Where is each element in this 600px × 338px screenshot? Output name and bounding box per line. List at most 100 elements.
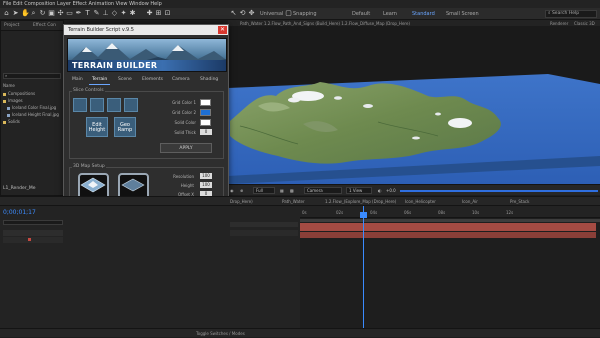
tab-shading[interactable]: Shading <box>197 75 221 85</box>
list-item[interactable]: Iceland Height Final.jpg <box>7 112 59 118</box>
time-ruler[interactable]: 0s 02s 04s 06s 08s 10s 12s <box>300 206 600 218</box>
banner-title: TERRAIN BUILDER <box>68 60 226 71</box>
tab-camera[interactable]: Camera <box>169 75 193 85</box>
list-item[interactable]: Images <box>3 98 23 104</box>
region-icon[interactable]: ▦ <box>280 187 284 194</box>
home-icon[interactable]: ⌂ <box>3 10 10 17</box>
project-search-input[interactable]: ⌕ <box>3 73 61 79</box>
pen-tool-icon[interactable]: ✒ <box>75 10 82 17</box>
render-progress-bar <box>400 190 598 192</box>
layer-row[interactable] <box>3 237 63 243</box>
selection-tool-icon[interactable]: ➤ <box>12 10 19 17</box>
camera-tool-icon[interactable]: ▣ <box>48 10 55 17</box>
work-area-bar[interactable] <box>300 219 600 222</box>
height-input[interactable]: 100 <box>200 182 212 188</box>
rotate-tool-icon[interactable]: ↻ <box>39 10 46 17</box>
close-icon[interactable]: ✕ <box>218 26 227 34</box>
resolution-label: Resolution <box>173 174 194 179</box>
search-help-input[interactable]: ⌕ Search Help <box>545 10 597 18</box>
tab-terrain[interactable]: Terrain <box>89 75 111 85</box>
view-layout-dropdown[interactable]: 1 View <box>346 187 372 194</box>
exposure-icon[interactable]: ◐ <box>378 187 382 194</box>
layer-duration-bar[interactable] <box>300 232 596 238</box>
solid-thick-input[interactable]: 0 <box>200 129 212 135</box>
exposure-value[interactable]: +0.0 <box>386 187 396 194</box>
roto-brush-icon[interactable]: ✦ <box>120 10 127 17</box>
project-panel: Project Effect Con ⌕ Name Compositions I… <box>0 20 64 196</box>
snapping-label[interactable]: Snapping <box>293 8 317 20</box>
world-axis-icon[interactable]: ⊞ <box>155 10 162 17</box>
workspace-learn[interactable]: Learn <box>383 8 397 20</box>
track-icon[interactable]: ✥ <box>248 10 255 17</box>
layer-search-input[interactable] <box>3 220 63 225</box>
transparency-grid-icon[interactable]: ▩ <box>290 187 294 194</box>
puppet-tool-icon[interactable]: ✱ <box>129 10 136 17</box>
arrow-icon[interactable]: ↖ <box>230 10 237 17</box>
tab-main[interactable]: Main <box>69 75 86 85</box>
column-header-name[interactable]: Name <box>3 83 15 89</box>
resolution-dropdown[interactable]: Full <box>253 187 275 194</box>
composition-name[interactable]: L1_Render_Me <box>3 186 36 191</box>
universal-label[interactable]: Universal <box>260 8 283 20</box>
stamp-tool-icon[interactable]: ⊥ <box>102 10 109 17</box>
tab-elements[interactable]: Elements <box>139 75 166 85</box>
parent-header <box>230 222 298 227</box>
timeline-graph[interactable]: 0s 02s 04s 06s 08s 10s 12s <box>300 206 600 328</box>
ruler-tick: 10s <box>472 210 480 215</box>
geo-ramp-button[interactable]: Geo Ramp <box>114 117 136 137</box>
ruler-tick: 08s <box>438 210 446 215</box>
folder-icon <box>3 92 6 96</box>
snapping-checkbox-icon[interactable]: ▢ <box>285 10 292 17</box>
tab-project[interactable]: Project <box>4 23 19 28</box>
toolbar: ⌂ ➤ ✋ ⌕ ↻ ▣ ✣ ▭ ✒ T ✎ ⊥ ◇ ✦ ✱ ✚ ⊞ ⊡ ↖ ⟲ … <box>0 8 600 20</box>
image-file-icon <box>7 113 10 117</box>
pan-behind-icon[interactable]: ✣ <box>57 10 64 17</box>
workspace-default[interactable]: Default <box>352 8 370 20</box>
playhead-handle[interactable] <box>360 212 367 218</box>
slice-controls-label: Slice Controls <box>72 88 105 93</box>
ruler-tick: 02s <box>336 210 344 215</box>
mask-tool-icon[interactable]: ▭ <box>66 10 73 17</box>
menu-bar[interactable]: File Edit Composition Layer Effect Anima… <box>0 0 600 8</box>
axis-tool-icon[interactable]: ✚ <box>146 10 153 17</box>
dialog-title-bar[interactable]: Terrain Builder Script v.9.5 ✕ <box>64 25 228 35</box>
orbit-icon[interactable]: ⟲ <box>239 10 246 17</box>
list-item[interactable]: Compositions <box>3 91 35 97</box>
resolution-input[interactable]: 100 <box>200 173 212 179</box>
layer-duration-bar[interactable] <box>300 223 596 231</box>
composition-viewer[interactable] <box>228 26 600 184</box>
hand-tool-icon[interactable]: ✋ <box>21 10 30 17</box>
grid-color-1-swatch[interactable] <box>200 99 211 106</box>
timeline-tabs: Drop_Here) Path_Water 1.2.Flow_(Explore_… <box>0 196 600 206</box>
solid-color-swatch[interactable] <box>200 119 211 126</box>
brush-tool-icon[interactable]: ✎ <box>93 10 100 17</box>
type-tool-icon[interactable]: T <box>84 10 91 17</box>
list-item[interactable]: Solids <box>3 119 20 125</box>
eraser-tool-icon[interactable]: ◇ <box>111 10 118 17</box>
current-time[interactable]: 0;00;01;17 <box>3 209 36 216</box>
slice-preset-2-button[interactable] <box>90 98 104 112</box>
slice-preset-3-button[interactable] <box>107 98 121 112</box>
project-tabs[interactable]: Project Effect Con <box>1 21 63 31</box>
workspace-standard[interactable]: Standard <box>412 8 435 20</box>
camera-dropdown[interactable]: Camera <box>304 187 342 194</box>
ruler-tick: 06s <box>404 210 412 215</box>
tab-effect-controls[interactable]: Effect Con <box>33 23 56 28</box>
mode-row[interactable] <box>230 230 298 236</box>
slice-preset-1-button[interactable] <box>73 98 87 112</box>
ruler-tick: 12s <box>506 210 514 215</box>
dialog-title: Terrain Builder Script v.9.5 <box>68 27 134 33</box>
zoom-tool-icon[interactable]: ⌕ <box>30 10 37 17</box>
edit-height-button[interactable]: Edit Height <box>86 117 108 137</box>
slice-apply-button[interactable]: APPLY <box>160 143 212 153</box>
magnification-icon[interactable]: ⊕ <box>240 187 243 194</box>
slice-preset-4-button[interactable] <box>124 98 138 112</box>
view-axis-icon[interactable]: ⊡ <box>164 10 171 17</box>
tab-scene[interactable]: Scene <box>115 75 135 85</box>
list-item[interactable]: Iceland Color Final.jpg <box>7 105 56 111</box>
snapshot-icon[interactable]: ◉ <box>230 187 234 194</box>
layer-header-row <box>3 230 63 236</box>
grid-color-2-swatch[interactable] <box>200 109 211 116</box>
workspace-small-screen[interactable]: Small Screen <box>446 8 479 20</box>
playhead[interactable] <box>363 206 364 328</box>
